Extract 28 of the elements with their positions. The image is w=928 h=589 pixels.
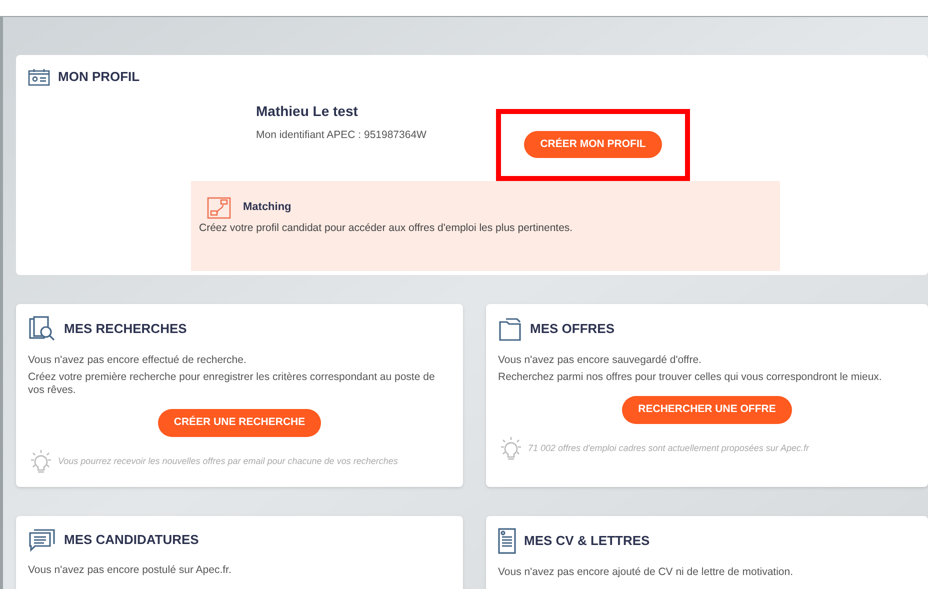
- card-text: Créez votre première recherche pour enregistrer les critères correspondant au poste de vos rêves.: [28, 371, 436, 397]
- identifier-text: Mon identifiant APEC : 951987364W: [256, 128, 428, 142]
- card-text: Vous n'avez pas encore effectué de recherche.: [28, 354, 248, 367]
- card-title: MES RECHERCHES: [64, 320, 187, 338]
- card-title: MES CANDIDATURES: [64, 531, 199, 549]
- matching-icon: [207, 196, 231, 218]
- matching-text: Créez votre profil candidat pour accéder aux offres d'emploi les plus pertinentes.: [199, 220, 574, 236]
- document-icon: [498, 528, 516, 554]
- tip-text: 71 002 offres d'emploi cadres sont actuellement proposées sur Apec.fr: [528, 442, 810, 455]
- card-text: Vous n'avez pas encore sauvegardé d'offre.: [498, 354, 702, 367]
- lightbulb-icon: [28, 448, 54, 475]
- matching-title: Matching: [243, 200, 292, 216]
- user-name: Mathieu Le test: [256, 102, 359, 120]
- action-button[interactable]: RECHERCHER UNE OFFRE: [622, 396, 792, 424]
- card-text: Recherchez parmi nos offres pour trouver celles qui vous correspondront le mieux.: [498, 371, 883, 384]
- card-title: MON PROFIL: [58, 68, 140, 86]
- tip-text: Vous pourrez recevoir les nouvelles offres par email pour chacune de vos recherches: [58, 455, 398, 468]
- action-button[interactable]: CRÉER UNE RECHERCHE: [158, 409, 322, 437]
- folder-icon: [498, 316, 522, 342]
- card-title: MES OFFRES: [530, 320, 615, 338]
- create-profile-button[interactable]: CRÉER MON PROFIL: [524, 130, 662, 158]
- card-text: Vous n'avez pas encore postulé sur Apec.fr.: [28, 564, 232, 577]
- card-text: Vous n'avez pas encore ajouté de CV ni de lettre de motivation.: [498, 566, 794, 579]
- card-title: MES CV & LETTRES: [524, 532, 650, 550]
- chat-icon: [28, 528, 56, 552]
- id-card-icon: [28, 68, 50, 86]
- documents-search-icon: [28, 316, 56, 342]
- lightbulb-icon: [498, 436, 524, 462]
